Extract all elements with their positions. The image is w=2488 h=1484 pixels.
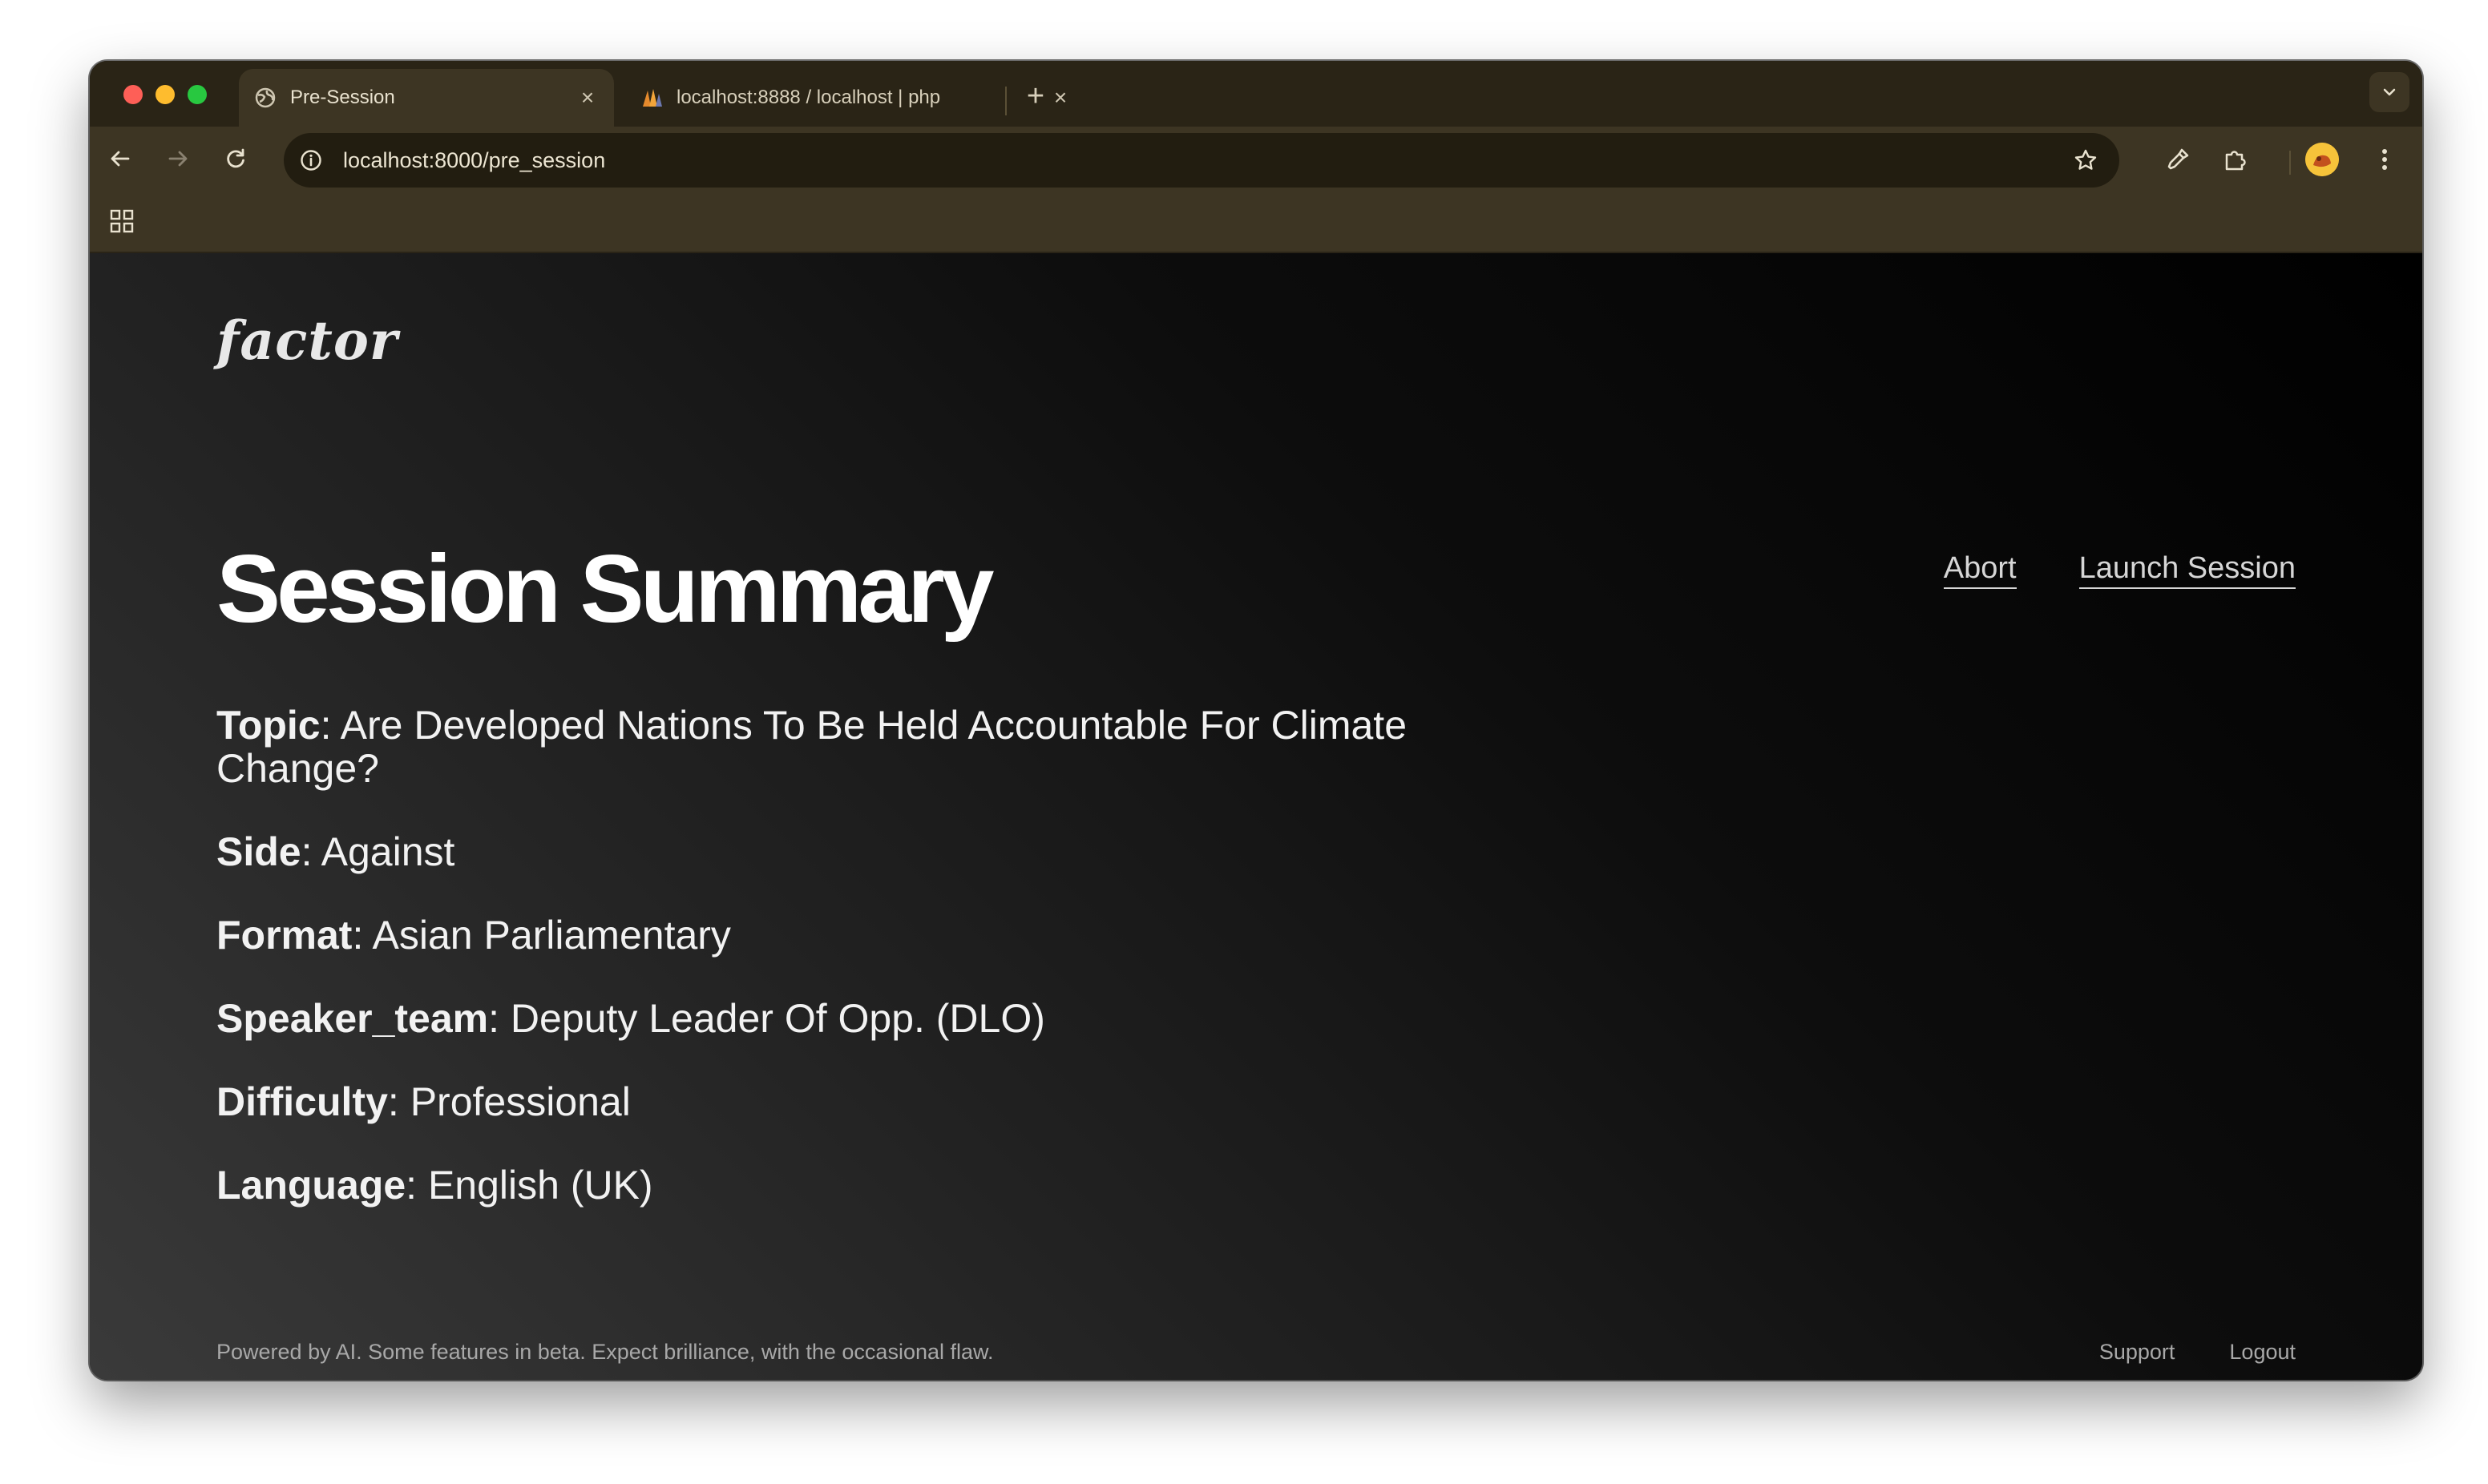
- field-label: Difficulty: [216, 1079, 388, 1124]
- footer-note: Powered by AI. Some features in beta. Ex…: [216, 1340, 994, 1364]
- maximize-window-button[interactable]: [188, 85, 207, 104]
- arrow-right-icon: [168, 151, 188, 167]
- arrow-left-icon: [111, 151, 130, 167]
- field-value: Professional: [410, 1079, 631, 1124]
- bookmark-star-icon[interactable]: [2070, 144, 2102, 176]
- launch-session-link[interactable]: Launch Session: [2078, 551, 2296, 589]
- new-tab-button[interactable]: +: [1018, 80, 1053, 115]
- url-text[interactable]: localhost:8000/pre_session: [343, 133, 605, 188]
- field-value: Asian Parliamentary: [372, 913, 731, 958]
- profile-avatar[interactable]: [2305, 143, 2339, 176]
- reload-icon: [227, 148, 244, 168]
- support-link[interactable]: Support: [2099, 1340, 2175, 1365]
- tab-title: Pre-Session: [290, 87, 395, 108]
- footer-links: Support Logout: [2099, 1340, 2296, 1365]
- browser-toolbar: localhost:8000/pre_session: [90, 127, 2422, 191]
- tab-divider: [1005, 87, 1007, 115]
- reload-button[interactable]: [220, 143, 252, 175]
- summary-field-topic: Topic: Are Developed Nations To Be Held …: [216, 703, 1408, 791]
- close-tab-icon[interactable]: ×: [576, 86, 600, 110]
- forward-button[interactable]: [162, 143, 194, 175]
- tab-pre-session[interactable]: Pre-Session ×: [239, 69, 614, 127]
- field-label: Speaker_team: [216, 996, 489, 1041]
- field-label: Language: [216, 1163, 406, 1208]
- chevron-down-icon: [2383, 88, 2396, 96]
- close-window-button[interactable]: [123, 85, 143, 104]
- field-label: Format: [216, 913, 353, 958]
- tab-title: localhost:8888 / localhost | php: [677, 87, 941, 108]
- summary-field-side: Side: Against: [216, 829, 455, 874]
- field-value: Against: [321, 829, 455, 874]
- eyedropper-icon[interactable]: [2161, 143, 2195, 176]
- field-value: English (UK): [427, 1163, 653, 1208]
- site-info-icon[interactable]: [295, 144, 327, 176]
- field-value: Deputy Leader Of Opp. (DLO): [510, 996, 1045, 1041]
- tab-strip: Pre-Session × localhost:8888 / localhost…: [90, 61, 2422, 127]
- page-title: Session Summary: [216, 535, 994, 643]
- minimize-window-button[interactable]: [156, 85, 175, 104]
- summary-field-difficulty: Difficulty: Professional: [216, 1079, 631, 1124]
- summary-field-speaker-team: Speaker_team: Deputy Leader Of Opp. (DLO…: [216, 996, 1045, 1041]
- field-value: Are Developed Nations To Be Held Account…: [216, 703, 1408, 791]
- factor-logo[interactable]: factor: [216, 309, 398, 372]
- field-label: Topic: [216, 703, 321, 748]
- bookmarks-bar: [90, 191, 2422, 253]
- abort-link[interactable]: Abort: [1943, 551, 2017, 589]
- apps-grid-icon[interactable]: [107, 207, 136, 236]
- phpmyadmin-icon: [640, 86, 664, 110]
- more-menu-icon[interactable]: [2368, 143, 2401, 176]
- logout-link[interactable]: Logout: [2229, 1340, 2296, 1365]
- page-footer: Powered by AI. Some features in beta. Ex…: [216, 1340, 2296, 1372]
- summary-field-format: Format: Asian Parliamentary: [216, 913, 731, 958]
- back-button[interactable]: [104, 143, 136, 175]
- globe-icon: [253, 86, 277, 110]
- address-bar[interactable]: localhost:8000/pre_session: [284, 133, 2119, 188]
- tab-search-button[interactable]: [2369, 72, 2409, 112]
- session-summary: Topic: Are Developed Nations To Be Held …: [216, 704, 1515, 1247]
- session-actions: Abort Launch Session: [1943, 551, 2296, 589]
- browser-window: Pre-Session × localhost:8888 / localhost…: [90, 61, 2422, 1380]
- toolbar-divider: [2289, 151, 2291, 175]
- extensions-puzzle-icon[interactable]: [2219, 143, 2252, 176]
- field-label: Side: [216, 829, 301, 874]
- summary-field-language: Language: English (UK): [216, 1163, 653, 1208]
- page-content: factor Session Summary Abort Launch Sess…: [90, 253, 2422, 1380]
